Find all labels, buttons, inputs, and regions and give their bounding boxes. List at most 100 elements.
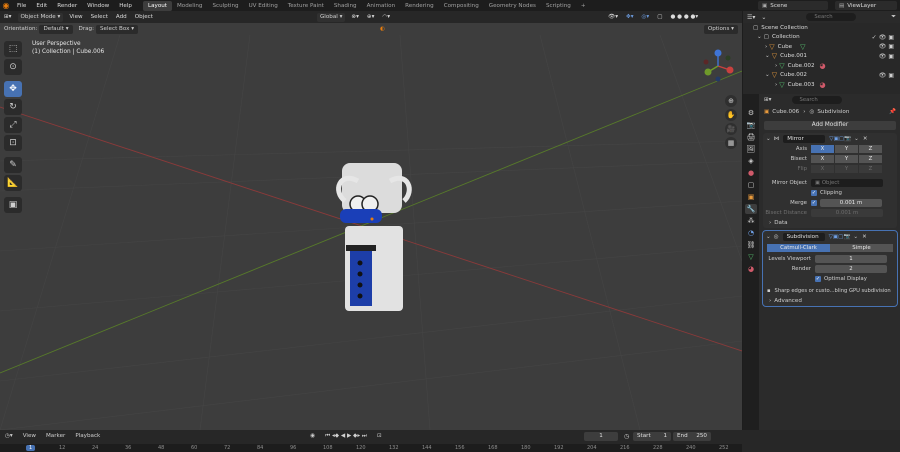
- perspective-toggle-icon[interactable]: ▦: [725, 137, 737, 149]
- mirror-object-field[interactable]: ▣ Object: [811, 179, 883, 187]
- modifier-tab-icon[interactable]: 🔧: [745, 204, 757, 214]
- collection-tab-icon[interactable]: ▢: [745, 180, 757, 190]
- workspace-tab-layout[interactable]: Layout: [142, 0, 172, 11]
- auto-key-icon[interactable]: ⊡: [372, 433, 387, 439]
- proportional-edit-icon[interactable]: ◠▾: [378, 14, 394, 20]
- playback-controls-icon[interactable]: ⏮ ◂◆ ◀ ▶ ◆▸ ⏭: [320, 433, 372, 440]
- move-tool-icon[interactable]: ✥: [4, 81, 22, 97]
- scene-selector[interactable]: ▣ Scene: [758, 1, 828, 10]
- workspace-tab-rendering[interactable]: Rendering: [400, 1, 439, 11]
- preview-range-icon[interactable]: ◷: [624, 433, 629, 440]
- timeline-view-menu[interactable]: View: [18, 433, 41, 439]
- data-tab-icon[interactable]: ▽: [745, 252, 757, 262]
- add-menu[interactable]: Add: [112, 14, 131, 20]
- bisect-distance-field[interactable]: 0.001 m: [811, 209, 883, 217]
- filter-icon[interactable]: ⌄: [761, 14, 766, 21]
- pin-icon[interactable]: 📌: [889, 109, 896, 115]
- material-tab-icon[interactable]: ◕: [745, 264, 757, 274]
- workspace-tab-animation[interactable]: Animation: [362, 1, 401, 11]
- outliner-row-cube-002-child[interactable]: › ▽ Cube.002 ◕: [743, 61, 900, 71]
- add-cube-tool-icon[interactable]: ▣: [4, 197, 22, 213]
- outliner-row-collection[interactable]: ⌄ ▢ Collection ✓👁▣: [743, 33, 900, 43]
- zoom-icon[interactable]: ⊕: [725, 95, 737, 107]
- keying-icon[interactable]: ◉: [305, 433, 320, 439]
- cursor-tool-icon[interactable]: ⊙: [4, 59, 22, 75]
- world-tab-icon[interactable]: ●: [745, 168, 757, 178]
- add-modifier-button[interactable]: Add Modifier: [764, 121, 896, 130]
- properties-search-input[interactable]: Search: [791, 96, 842, 104]
- workspace-tab-modeling[interactable]: Modeling: [172, 1, 207, 11]
- collapse-chevron-icon[interactable]: ⌄: [766, 136, 771, 142]
- timeline-editor-icon[interactable]: ◷▾: [0, 433, 18, 439]
- shading-modes-icon[interactable]: ● ● ● ●▾: [667, 14, 703, 20]
- workspace-tab-shading[interactable]: Shading: [329, 1, 362, 11]
- menu-file[interactable]: File: [12, 3, 31, 9]
- visibility-toggles-icon[interactable]: 👁▣: [879, 43, 896, 50]
- output-tab-icon[interactable]: 🖨: [745, 132, 757, 142]
- clipping-checkbox[interactable]: ✓: [811, 190, 817, 196]
- xray-toggle-icon[interactable]: ▢: [653, 14, 666, 20]
- subdivision-menu-chevron-icon[interactable]: ⌄: [853, 234, 858, 240]
- outliner-search-input[interactable]: Search: [806, 13, 857, 21]
- outliner-filter-icon[interactable]: ⏷: [891, 13, 896, 21]
- outliner-editor-icon[interactable]: ☰▾: [747, 14, 755, 21]
- rotate-tool-icon[interactable]: ↻: [4, 99, 22, 115]
- start-frame-field[interactable]: Start 1: [633, 432, 671, 441]
- visibility-icon[interactable]: 👁▾: [604, 14, 622, 20]
- workspace-tab-compositing[interactable]: Compositing: [439, 1, 484, 11]
- merge-distance-field[interactable]: 0.001 m: [820, 199, 882, 207]
- simple-button[interactable]: Simple: [830, 244, 893, 252]
- end-frame-field[interactable]: End 250: [673, 432, 711, 441]
- optimal-display-checkbox[interactable]: ✓: [815, 276, 821, 282]
- outliner-row-cube-003[interactable]: › ▽ Cube.003 ◕: [743, 80, 900, 90]
- view-layer-tab-icon[interactable]: 🖼: [745, 144, 757, 154]
- mirror-menu-chevron-icon[interactable]: ⌄: [854, 136, 859, 142]
- orientation-dropdown[interactable]: Default ▾: [39, 24, 73, 34]
- annotate-tool-icon[interactable]: ✎: [4, 157, 22, 173]
- workspace-tab-scripting[interactable]: Scripting: [541, 1, 576, 11]
- blender-logo-icon[interactable]: ◉: [0, 1, 12, 11]
- mirror-flip-z-toggle[interactable]: Z: [859, 165, 882, 173]
- mirror-bisect-x-toggle[interactable]: X: [811, 155, 834, 163]
- render-levels-field[interactable]: 2: [815, 265, 887, 273]
- mirror-axis-x-toggle[interactable]: X: [811, 145, 834, 153]
- shading-preview-icon[interactable]: ◐: [380, 26, 385, 32]
- view-layer-selector[interactable]: ▤ ViewLayer: [835, 1, 897, 10]
- drag-dropdown[interactable]: Select Box ▾: [96, 24, 139, 34]
- editor-type-icon[interactable]: ⊞▾: [0, 14, 16, 20]
- catmull-clark-button[interactable]: Catmull-Clark: [767, 244, 830, 252]
- workspace-tab-uv-editing[interactable]: UV Editing: [244, 1, 283, 11]
- mirror-delete-icon[interactable]: ✕: [863, 136, 868, 142]
- transform-tool-icon[interactable]: ⊡: [4, 135, 22, 151]
- 3d-viewport[interactable]: ⊞▾ Object Mode ▾ View Select Add Object …: [0, 11, 742, 430]
- options-dropdown[interactable]: Options ▾: [703, 25, 738, 34]
- mirror-flip-x-toggle[interactable]: X: [811, 165, 834, 173]
- object-tab-icon[interactable]: ▣: [745, 192, 757, 202]
- outliner-row-cube-001[interactable]: ⌄ ▽ Cube.001 👁▣: [743, 52, 900, 62]
- mirror-data-subpanel[interactable]: › Data: [763, 218, 897, 228]
- outliner-row-cube-002[interactable]: ⌄ ▽ Cube.002 👁▣: [743, 71, 900, 81]
- scene-tab-icon[interactable]: ◈: [745, 156, 757, 166]
- menu-edit[interactable]: Edit: [31, 3, 52, 9]
- mirror-axis-y-toggle[interactable]: Y: [835, 145, 858, 153]
- collapse-chevron-icon[interactable]: ⌄: [766, 234, 771, 240]
- subdivision-toggle-icons[interactable]: ▽▣▢📷: [829, 234, 851, 240]
- particles-tab-icon[interactable]: ⁂: [745, 216, 757, 226]
- mirror-axis-z-toggle[interactable]: Z: [859, 145, 882, 153]
- outliner-row-cube[interactable]: › ▽ Cube ▽ 👁▣: [743, 42, 900, 52]
- workspace-tab-sculpting[interactable]: Sculpting: [207, 1, 243, 11]
- pan-hand-icon[interactable]: ✋: [725, 109, 737, 121]
- levels-viewport-field[interactable]: 1: [815, 255, 887, 263]
- menu-help[interactable]: Help: [114, 3, 137, 9]
- mirror-name-field[interactable]: Mirror: [783, 134, 826, 143]
- tool-tab-icon[interactable]: ⚙: [745, 108, 757, 118]
- timeline-playback-menu[interactable]: Playback: [70, 433, 105, 439]
- advanced-subpanel[interactable]: › Advanced: [763, 296, 897, 306]
- timeline-marker-menu[interactable]: Marker: [41, 433, 70, 439]
- snap-icon[interactable]: ⊕▾: [363, 14, 379, 20]
- scale-tool-icon[interactable]: ⤢: [4, 117, 22, 133]
- constraints-tab-icon[interactable]: ⛓: [745, 240, 757, 250]
- cube-character-model[interactable]: [336, 163, 412, 311]
- visibility-toggles-icon[interactable]: ✓👁▣: [872, 34, 896, 41]
- workspace-tab-texture-paint[interactable]: Texture Paint: [283, 1, 329, 11]
